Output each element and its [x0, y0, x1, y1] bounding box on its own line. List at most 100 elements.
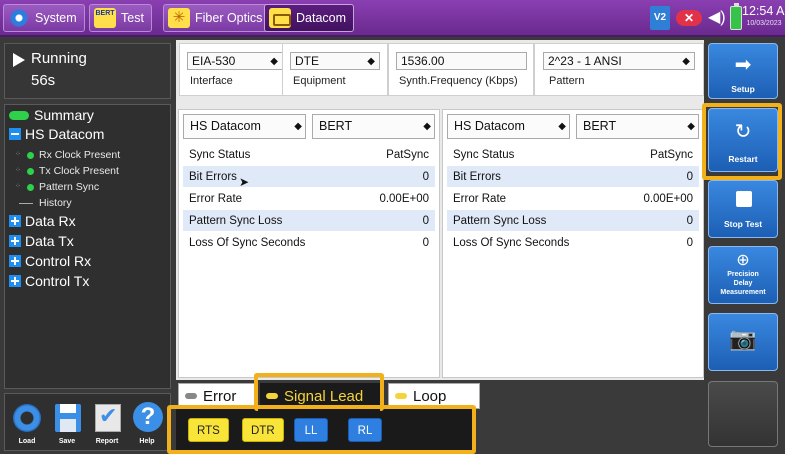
- panel-source-value: HS Datacom: [454, 119, 525, 133]
- spinner-arrows-icon: ◆: [423, 121, 431, 132]
- tree-item-tx-clock[interactable]: ⁘ Tx Clock Present: [9, 165, 119, 177]
- pattern-value: 2^23 - 1 ANSI: [548, 54, 622, 68]
- run-status-box: Running 56s: [4, 43, 171, 99]
- measurement-label: Measurement: [720, 289, 766, 296]
- tree-item-label: Data Tx: [25, 233, 74, 249]
- run-elapsed: 56s: [31, 72, 56, 89]
- setup-label: Setup: [731, 84, 755, 94]
- spinner-arrows-icon: ◆: [682, 56, 690, 67]
- tab-test-label: Test: [121, 11, 144, 25]
- expand-icon: [9, 275, 21, 287]
- tree-item-data-tx[interactable]: Data Tx: [9, 233, 74, 249]
- tree-item-label: Control Tx: [25, 273, 90, 289]
- report-check-icon: [95, 403, 121, 432]
- row-value: 0: [686, 236, 693, 249]
- restart-button[interactable]: ↻ Restart: [708, 108, 778, 172]
- expand-icon: [9, 235, 21, 247]
- mouse-cursor-icon: ➤: [239, 175, 250, 189]
- tree-item-rx-clock[interactable]: ⁘ Rx Clock Present: [9, 149, 120, 161]
- spinner-arrows-icon: ◆: [687, 121, 695, 132]
- table-row: Error Rate 0.00E+00: [447, 188, 699, 210]
- row-label: Sync Status: [453, 148, 515, 161]
- result-panel-left: HS Datacom ◆ BERT ◆ Sync Status PatSync B…: [178, 109, 440, 378]
- panel-source-select[interactable]: HS Datacom ◆: [447, 114, 570, 139]
- tree-dots-icon: ⁘: [15, 151, 21, 158]
- tree-item-label: Pattern Sync: [39, 181, 100, 193]
- tree-item-hs-datacom[interactable]: HS Datacom: [9, 126, 104, 142]
- interface-config: EIA-530 ◆ Interface: [179, 43, 291, 96]
- v2-icon: V2: [650, 6, 670, 30]
- table-row: Loss Of Sync Seconds 0: [447, 232, 699, 254]
- row-value: 0: [686, 214, 693, 227]
- precision-label: Precision: [727, 271, 759, 278]
- panel-source-select[interactable]: HS Datacom ◆: [183, 114, 306, 139]
- clock-time: 12:54 AM: [742, 4, 785, 18]
- empty-side-button[interactable]: [708, 381, 778, 447]
- row-value: 0: [422, 170, 429, 183]
- tree-item-data-rx[interactable]: Data Rx: [9, 213, 76, 229]
- report-label: Report: [95, 438, 119, 445]
- spinner-arrows-icon: ◆: [294, 121, 302, 132]
- pattern-select[interactable]: 2^23 - 1 ANSI ◆: [543, 52, 695, 70]
- stop-test-label: Stop Test: [723, 219, 763, 229]
- stop-test-button[interactable]: Stop Test: [708, 180, 778, 238]
- crosshair-icon: ⊕: [736, 252, 750, 269]
- frequency-caption: Synth.Frequency (Kbps): [399, 75, 518, 87]
- green-dot-icon: [27, 151, 34, 159]
- precision-delay-button[interactable]: ⊕ Precision Delay Measurement: [708, 246, 778, 304]
- tab-test[interactable]: BERT Test: [89, 4, 152, 32]
- tab-system-label: System: [35, 11, 77, 25]
- load-label: Load: [18, 438, 36, 445]
- frequency-input[interactable]: 1536.00: [396, 52, 527, 70]
- frequency-config: 1536.00 Synth.Frequency (Kbps): [388, 43, 534, 96]
- tree-item-label: Summary: [34, 107, 94, 123]
- pattern-config: 2^23 - 1 ANSI ◆ Pattern: [534, 43, 704, 96]
- datacom-icon: [269, 8, 291, 28]
- restart-label: Restart: [728, 154, 758, 164]
- equipment-select[interactable]: DTE ◆: [290, 52, 380, 70]
- row-label: Error Rate: [453, 192, 507, 205]
- green-dot-icon: [27, 167, 34, 175]
- play-icon: [13, 53, 25, 67]
- save-label: Save: [58, 438, 76, 445]
- tree-item-control-rx[interactable]: Control Rx: [9, 253, 91, 269]
- tree-dots-icon: ⁘: [15, 167, 21, 174]
- panel-view-value: BERT: [319, 119, 353, 133]
- bottom-toolbar: Load Save Report ? Help: [4, 393, 171, 451]
- row-label: Bit Errors: [189, 170, 237, 183]
- main-area: EIA-530 ◆ Interface DTE ◆ Equipment 1536…: [176, 40, 704, 380]
- tab-system[interactable]: System: [3, 4, 85, 32]
- interface-select[interactable]: EIA-530 ◆: [187, 52, 283, 70]
- row-value: 0.00E+00: [643, 192, 693, 205]
- collapse-icon: [9, 128, 21, 140]
- equipment-value: DTE: [295, 54, 319, 68]
- equipment-caption: Equipment: [293, 75, 346, 87]
- clock-date: 10/03/2023: [746, 20, 782, 27]
- tree-item-history[interactable]: History: [9, 197, 72, 209]
- interface-value: EIA-530: [192, 54, 236, 68]
- tab-fiber-optics[interactable]: ✳ Fiber Optics: [163, 4, 271, 32]
- arrow-right-icon: ➡: [734, 54, 752, 76]
- tree-item-pattern-sync[interactable]: ⁘ Pattern Sync: [9, 181, 99, 193]
- speaker-icon[interactable]: ◀): [708, 6, 730, 30]
- results-tree: Summary HS Datacom ⁘ Rx Clock Present ⁘ …: [4, 104, 171, 389]
- setup-button[interactable]: ➡ Setup: [708, 43, 778, 99]
- run-state: Running: [31, 50, 87, 67]
- equipment-config: DTE ◆ Equipment: [282, 43, 388, 96]
- help-label: Help: [139, 438, 155, 445]
- tree-item-summary[interactable]: Summary: [9, 107, 94, 123]
- tree-item-label: Rx Clock Present: [39, 149, 121, 161]
- result-panel-right: HS Datacom ◆ BERT ◆ Sync Status PatSync B…: [442, 109, 704, 378]
- table-row: Loss Of Sync Seconds 0: [183, 232, 435, 254]
- tab-status-icon: [185, 393, 197, 399]
- tab-loop-label: Loop: [413, 387, 447, 405]
- tree-item-control-tx[interactable]: Control Tx: [9, 273, 89, 289]
- row-value: PatSync: [650, 148, 693, 161]
- screenshot-button[interactable]: 📷: [708, 313, 778, 371]
- tree-line-icon: [19, 202, 33, 204]
- row-label: Loss Of Sync Seconds: [189, 236, 306, 249]
- panel-view-select[interactable]: BERT ◆: [312, 114, 435, 139]
- tab-datacom-label: Datacom: [296, 11, 347, 25]
- tab-datacom[interactable]: Datacom: [264, 4, 355, 32]
- panel-view-select[interactable]: BERT ◆: [576, 114, 699, 139]
